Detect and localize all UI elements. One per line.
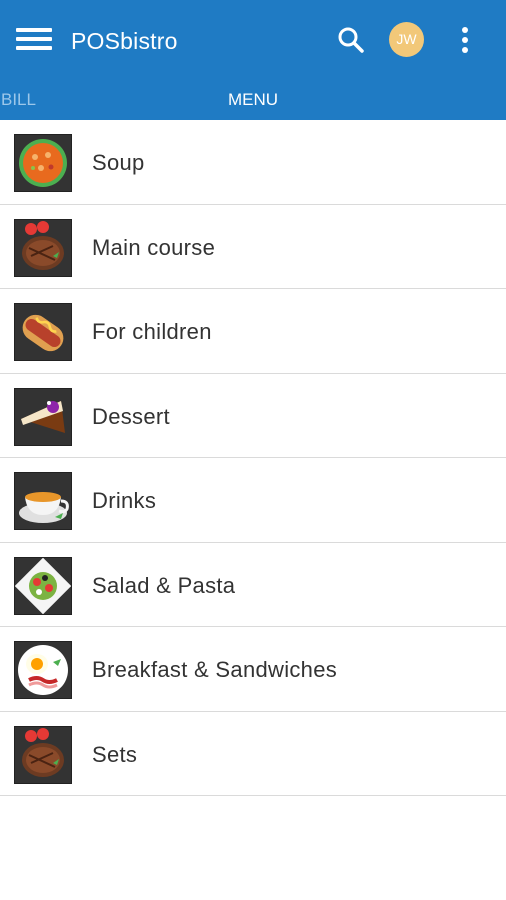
category-item-drinks[interactable]: Drinks bbox=[0, 458, 506, 543]
category-label: Dessert bbox=[92, 403, 170, 429]
hamburger-menu-icon[interactable] bbox=[16, 26, 54, 54]
category-label: Drinks bbox=[92, 488, 157, 513]
steak-icon bbox=[14, 725, 72, 784]
category-item-breakfast-sandwiches[interactable]: Breakfast & Sandwiches bbox=[0, 627, 506, 712]
category-list: Soup Main course For children Dessert Dr… bbox=[0, 120, 506, 796]
category-label: Soup bbox=[92, 150, 145, 175]
category-item-sets[interactable]: Sets bbox=[0, 712, 506, 796]
app-title: POSbistro bbox=[71, 28, 178, 54]
category-label: Salad & Pasta bbox=[92, 572, 236, 598]
category-item-dessert[interactable]: Dessert bbox=[0, 374, 506, 458]
category-item-for-children[interactable]: For children bbox=[0, 289, 506, 374]
category-item-salad-pasta[interactable]: Salad & Pasta bbox=[0, 543, 506, 627]
category-label: Main course bbox=[92, 234, 216, 260]
search-icon[interactable] bbox=[336, 25, 366, 55]
category-label: Breakfast & Sandwiches bbox=[92, 657, 338, 682]
more-vert-icon[interactable] bbox=[455, 24, 475, 56]
fried-egg-icon bbox=[14, 641, 72, 699]
category-item-main-course[interactable]: Main course bbox=[0, 205, 506, 289]
category-label: Sets bbox=[92, 741, 138, 767]
tab-menu[interactable]: MENU bbox=[203, 80, 303, 120]
category-item-soup[interactable]: Soup bbox=[0, 120, 506, 205]
toolbar: POSbistro JW bbox=[0, 0, 506, 80]
tab-bill[interactable]: BILL bbox=[0, 80, 60, 120]
cake-slice-icon bbox=[14, 387, 72, 446]
salad-icon bbox=[14, 556, 72, 615]
tea-cup-icon bbox=[14, 472, 72, 530]
steak-icon bbox=[14, 218, 72, 277]
app-bar: POSbistro JW BILL MENU bbox=[0, 0, 506, 120]
category-label: For children bbox=[92, 319, 212, 344]
user-avatar[interactable]: JW bbox=[389, 22, 424, 57]
hotdog-icon bbox=[14, 303, 72, 361]
soup-icon bbox=[14, 134, 72, 192]
tab-bar: BILL MENU bbox=[0, 80, 506, 120]
